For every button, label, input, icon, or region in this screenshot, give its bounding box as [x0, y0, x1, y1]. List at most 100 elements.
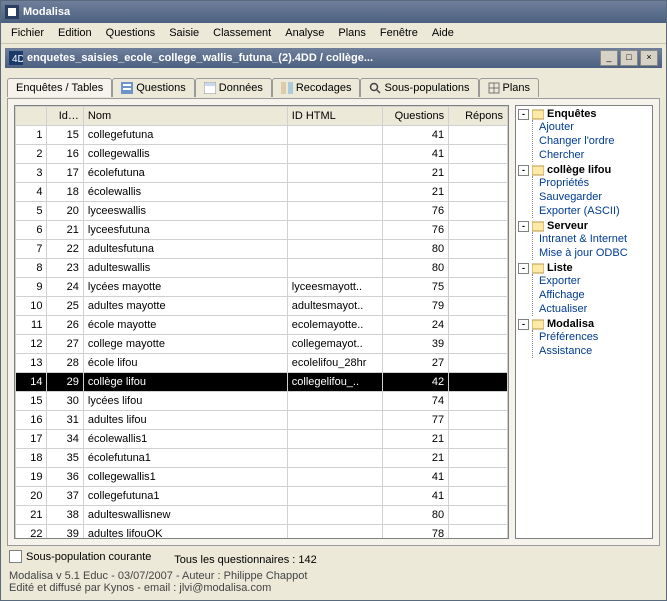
table-row[interactable]: 115collegefutuna41 [16, 126, 508, 145]
tree-item[interactable]: Sauvegarder [539, 190, 650, 204]
cell: 2 [16, 145, 47, 164]
collapse-icon[interactable]: - [518, 221, 529, 232]
cell: 76 [382, 202, 448, 221]
tree-item[interactable]: Assistance [539, 344, 650, 358]
side-panel[interactable]: -EnquêtesAjouterChanger l'ordreChercher-… [515, 105, 653, 539]
col-num[interactable] [16, 107, 47, 126]
collapse-icon[interactable]: - [518, 263, 529, 274]
cell [449, 525, 508, 539]
menu-aide[interactable]: Aide [426, 25, 460, 41]
collapse-icon[interactable]: - [518, 109, 529, 120]
collapse-icon[interactable]: - [518, 319, 529, 330]
souspop-checkbox[interactable]: Sous-population courante [9, 550, 151, 563]
tree-item[interactable]: Mise à jour ODBC [539, 246, 650, 260]
tree-item[interactable]: Affichage [539, 288, 650, 302]
table-row[interactable]: 924lycées mayottelyceesmayott..75 [16, 278, 508, 297]
tree-item[interactable]: Ajouter [539, 120, 650, 134]
table-row[interactable]: 1025adultes mayotteadultesmayot..79 [16, 297, 508, 316]
cell [449, 430, 508, 449]
tab-enquetes[interactable]: Enquêtes / Tables [7, 78, 112, 97]
tree-item[interactable]: Intranet & Internet [539, 232, 650, 246]
tree-group-header[interactable]: -Serveur [518, 220, 650, 232]
cell [449, 335, 508, 354]
tree-item[interactable]: Exporter (ASCII) [539, 204, 650, 218]
table-row[interactable]: 1328école lifouecolelifou_28hr27 [16, 354, 508, 373]
cell: 31 [47, 411, 83, 430]
table-row[interactable]: 216collegewallis41 [16, 145, 508, 164]
col-idhtml[interactable]: ID HTML [287, 107, 382, 126]
tree-item[interactable]: Actualiser [539, 302, 650, 316]
tree-group-header[interactable]: -collège lifou [518, 164, 650, 176]
cell: 23 [47, 259, 83, 278]
tab-souspop[interactable]: Sous-populations [360, 78, 478, 97]
menubar: Fichier Edition Questions Saisie Classem… [1, 23, 666, 44]
cell: 5 [16, 202, 47, 221]
table-row[interactable]: 722adultesfutuna80 [16, 240, 508, 259]
tree-group-header[interactable]: -Enquêtes [518, 108, 650, 120]
tree-item[interactable]: Préférences [539, 330, 650, 344]
footer: Sous-population courante Tous les questi… [7, 546, 660, 594]
table-row[interactable]: 1530lycées lifou74 [16, 392, 508, 411]
cell: 36 [47, 468, 83, 487]
tree-item[interactable]: Propriétés [539, 176, 650, 190]
table-row[interactable]: 1429collège lifoucollegelifou_..42 [16, 373, 508, 392]
cell [449, 183, 508, 202]
menu-classement[interactable]: Classement [207, 25, 277, 41]
table-row[interactable]: 621lyceesfutuna76 [16, 221, 508, 240]
checkbox-icon [9, 550, 22, 563]
table-row[interactable]: 1631adultes lifou77 [16, 411, 508, 430]
cell: 18 [16, 449, 47, 468]
cell: 16 [47, 145, 83, 164]
table-row[interactable]: 418écolewallis21 [16, 183, 508, 202]
cell: 39 [47, 525, 83, 539]
doc-maximize-button[interactable]: □ [620, 50, 638, 66]
cell: collegelifou_.. [287, 373, 382, 392]
table-row[interactable]: 1126école mayotteecolemayotte..24 [16, 316, 508, 335]
menu-saisie[interactable]: Saisie [163, 25, 205, 41]
table-row[interactable]: 317écolefutuna21 [16, 164, 508, 183]
col-id[interactable]: Id… [47, 107, 83, 126]
collapse-icon[interactable]: - [518, 165, 529, 176]
tab-questions[interactable]: Questions [112, 78, 195, 97]
doc-close-button[interactable]: × [640, 50, 658, 66]
menu-fenetre[interactable]: Fenêtre [374, 25, 424, 41]
cell: 1 [16, 126, 47, 145]
menu-fichier[interactable]: Fichier [5, 25, 50, 41]
tab-plans[interactable]: Plans [479, 78, 540, 97]
table-row[interactable]: 520lyceeswallis76 [16, 202, 508, 221]
tree-group-header[interactable]: -Liste [518, 262, 650, 274]
menu-plans[interactable]: Plans [332, 25, 372, 41]
table-row[interactable]: 1734écolewallis121 [16, 430, 508, 449]
table-row[interactable]: 2037collegefutuna141 [16, 487, 508, 506]
table-row[interactable]: 2239adultes lifouOK78 [16, 525, 508, 539]
menu-questions[interactable]: Questions [100, 25, 162, 41]
col-questions[interactable]: Questions [382, 107, 448, 126]
table-row[interactable]: 1936collegewallis141 [16, 468, 508, 487]
cell: 21 [382, 164, 448, 183]
cell: 80 [382, 240, 448, 259]
tree-item[interactable]: Exporter [539, 274, 650, 288]
table-row[interactable]: 2138adulteswallisnew80 [16, 506, 508, 525]
cell: 12 [16, 335, 47, 354]
table-row[interactable]: 1835écolefutuna121 [16, 449, 508, 468]
cell [287, 506, 382, 525]
table-scroll[interactable]: Id… Nom ID HTML Questions Répons 115coll… [15, 106, 508, 538]
tree-item[interactable]: Chercher [539, 148, 650, 162]
col-repons[interactable]: Répons [449, 107, 508, 126]
enquetes-table: Id… Nom ID HTML Questions Répons 115coll… [15, 106, 508, 538]
tab-donnees[interactable]: Données [195, 78, 272, 97]
cell: 6 [16, 221, 47, 240]
tab-recodages[interactable]: Recodages [272, 78, 361, 97]
menu-edition[interactable]: Edition [52, 25, 98, 41]
menu-analyse[interactable]: Analyse [279, 25, 330, 41]
table-row[interactable]: 823adulteswallis80 [16, 259, 508, 278]
tree-group-header[interactable]: -Modalisa [518, 318, 650, 330]
cell: 22 [16, 525, 47, 539]
col-nom[interactable]: Nom [83, 107, 287, 126]
cell: 20 [47, 202, 83, 221]
cell: 27 [382, 354, 448, 373]
tree-item[interactable]: Changer l'ordre [539, 134, 650, 148]
doc-minimize-button[interactable]: _ [600, 50, 618, 66]
cell: écolewallis1 [83, 430, 287, 449]
table-row[interactable]: 1227college mayottecollegemayot..39 [16, 335, 508, 354]
